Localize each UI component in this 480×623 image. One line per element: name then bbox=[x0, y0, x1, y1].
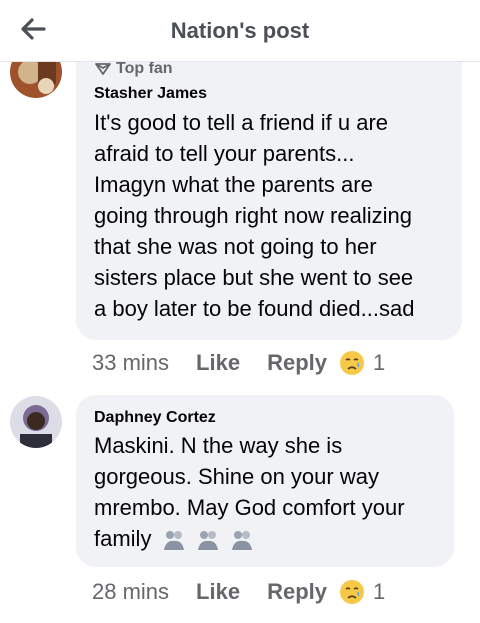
comment-author[interactable]: Stasher James bbox=[94, 85, 207, 103]
reply-button[interactable]: Reply bbox=[267, 350, 327, 376]
comment-line: that she was not going to her bbox=[94, 234, 377, 259]
comment-line: mrembo. May God comfort your bbox=[94, 495, 405, 520]
hugging-people-icon bbox=[231, 531, 252, 550]
avatar[interactable] bbox=[10, 396, 62, 448]
crying-face-icon[interactable] bbox=[339, 350, 365, 376]
comment-time[interactable]: 28 mins bbox=[92, 579, 169, 605]
comment-actions: 28 mins Like Reply 1 bbox=[92, 579, 385, 605]
comment-time[interactable]: 33 mins bbox=[92, 350, 169, 376]
comment-text: It's good to tell a friend if u are afra… bbox=[94, 107, 448, 324]
top-bar: Nation's post bbox=[0, 0, 480, 62]
comment-line: gorgeous. Shine on your way bbox=[94, 464, 379, 489]
like-button[interactable]: Like bbox=[196, 350, 240, 376]
comment-last-line: family bbox=[94, 523, 440, 554]
top-fan-badge: Top fan bbox=[94, 60, 173, 78]
crying-face-icon[interactable] bbox=[339, 579, 365, 605]
comment-line: Imagyn what the parents are bbox=[94, 172, 373, 197]
comment-text: Maskini. N the way she is gorgeous. Shin… bbox=[94, 430, 440, 554]
comment-actions: 33 mins Like Reply 1 bbox=[92, 350, 385, 376]
comment-line: family bbox=[94, 526, 152, 551]
hugging-people-icon bbox=[163, 531, 184, 550]
page-title: Nation's post bbox=[170, 18, 310, 43]
comment-line: going through right now realizing bbox=[94, 203, 412, 228]
like-button[interactable]: Like bbox=[196, 579, 240, 605]
comment-bubble: Daphney Cortez Maskini. N the way she is… bbox=[76, 395, 454, 567]
reaction-count[interactable]: 1 bbox=[373, 579, 385, 605]
comment-author[interactable]: Daphney Cortez bbox=[94, 409, 216, 427]
reaction-count[interactable]: 1 bbox=[373, 350, 385, 376]
badge-label: Top fan bbox=[116, 60, 173, 77]
comment-bubble: Top fan Stasher James It's good to tell … bbox=[76, 44, 462, 340]
comment-line: It's good to tell a friend if u are bbox=[94, 110, 389, 135]
hugging-people-icon bbox=[197, 531, 218, 550]
comment-line: a boy later to be found died...sad bbox=[94, 296, 415, 321]
reply-button[interactable]: Reply bbox=[267, 579, 327, 605]
comment-line: sisters place but she went to see bbox=[94, 265, 414, 290]
comment-line: afraid to tell your parents... bbox=[94, 141, 355, 166]
diamond-icon bbox=[95, 63, 111, 75]
comment-line: Maskini. N the way she is bbox=[94, 433, 343, 458]
